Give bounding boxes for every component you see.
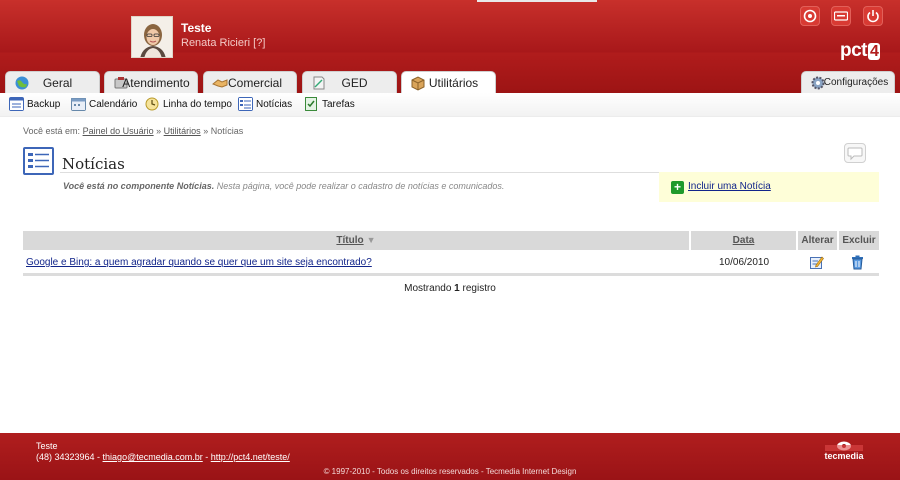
plus-icon[interactable]: + <box>671 181 684 194</box>
tab-ged[interactable]: GED <box>302 71 397 93</box>
subnav-noticias[interactable]: Notícias <box>238 97 292 111</box>
power-icon[interactable] <box>863 6 883 26</box>
breadcrumb-current: Notícias <box>210 126 244 136</box>
tecmedia-logo[interactable]: tecmedia <box>821 440 867 464</box>
news-title-link[interactable]: Google e Bing: a quem agradar quando se … <box>26 257 372 268</box>
page-description: Você está no componente Notícias. Nesta … <box>63 181 505 191</box>
lifebuoy-icon[interactable] <box>800 6 820 26</box>
trash-icon[interactable] <box>851 255 864 270</box>
column-header-titulo[interactable]: Título ▼ <box>23 231 689 250</box>
footer: Teste (48) 34323964 - thiago@tecmedia.co… <box>0 433 900 480</box>
clock-icon <box>145 97 159 111</box>
tab-configuracoes[interactable]: Configurações <box>801 71 895 93</box>
user-photo-icon <box>132 17 172 57</box>
column-header-excluir: Excluir <box>839 231 879 250</box>
keyboard-icon[interactable] <box>831 6 851 26</box>
calendar-icon <box>71 98 86 111</box>
sub-navigation: Backup Calendário Linha do tempo Notícia… <box>0 93 900 117</box>
sort-arrow-icon: ▼ <box>366 235 376 245</box>
user-name: Teste <box>181 21 212 35</box>
subnav-tarefas[interactable]: Tarefas <box>304 97 355 111</box>
footer-copyright: © 1997-2010 - Todos os direitos reservad… <box>323 467 577 476</box>
user-subtitle[interactable]: Renata Ricieri [?] <box>181 37 265 49</box>
news-large-icon <box>23 147 54 175</box>
breadcrumb-painel-link[interactable]: Painel do Usuário <box>83 126 154 136</box>
table-icon <box>9 97 24 111</box>
page-title: Notícias <box>62 155 125 173</box>
avatar[interactable] <box>131 16 173 58</box>
subnav-backup[interactable]: Backup <box>9 97 60 111</box>
comment-icon[interactable] <box>844 143 866 163</box>
app-logo: pct 4 <box>840 40 881 61</box>
subnav-calendario[interactable]: Calendário <box>71 97 137 111</box>
subnav-linha-do-tempo[interactable]: Linha do tempo <box>145 97 232 111</box>
footer-url-link[interactable]: http://pct4.net/teste/ <box>211 452 290 462</box>
footer-email-link[interactable]: thiago@tecmedia.com.br <box>103 452 203 462</box>
news-date: 10/06/2010 <box>719 257 770 268</box>
column-header-alterar: Alterar <box>798 231 837 250</box>
footer-name: Teste <box>36 441 58 451</box>
checklist-icon <box>305 97 317 111</box>
header: Teste Renata Ricieri [?] pct 4 Geral Aten… <box>0 0 900 94</box>
record-count: Mostrando 1 registro <box>404 283 496 294</box>
news-table: Título ▼ Data Alterar Excluir Google e Bi… <box>23 231 879 276</box>
column-header-data[interactable]: Data <box>691 231 796 250</box>
footer-contact: (48) 34323964 - thiago@tecmedia.com.br -… <box>36 452 290 462</box>
tab-atendimento[interactable]: Atendimento <box>104 71 198 93</box>
add-news-link[interactable]: Incluir uma Notícia <box>688 181 771 192</box>
tab-utilitarios[interactable]: Utilitários <box>401 71 496 94</box>
edit-icon[interactable] <box>810 255 824 269</box>
tab-comercial[interactable]: Comercial <box>203 71 297 93</box>
tab-geral[interactable]: Geral <box>5 71 100 93</box>
breadcrumb-utilitarios-link[interactable]: Utilitários <box>164 126 201 136</box>
add-news-panel: + Incluir uma Notícia <box>659 172 879 202</box>
news-icon <box>238 97 253 111</box>
breadcrumb: Você está em: Painel do Usuário » Utilit… <box>23 126 244 136</box>
table-row: Google e Bing: a quem agradar quando se … <box>23 250 879 276</box>
top-divider <box>477 0 597 2</box>
table-header: Título ▼ Data Alterar Excluir <box>23 231 879 250</box>
